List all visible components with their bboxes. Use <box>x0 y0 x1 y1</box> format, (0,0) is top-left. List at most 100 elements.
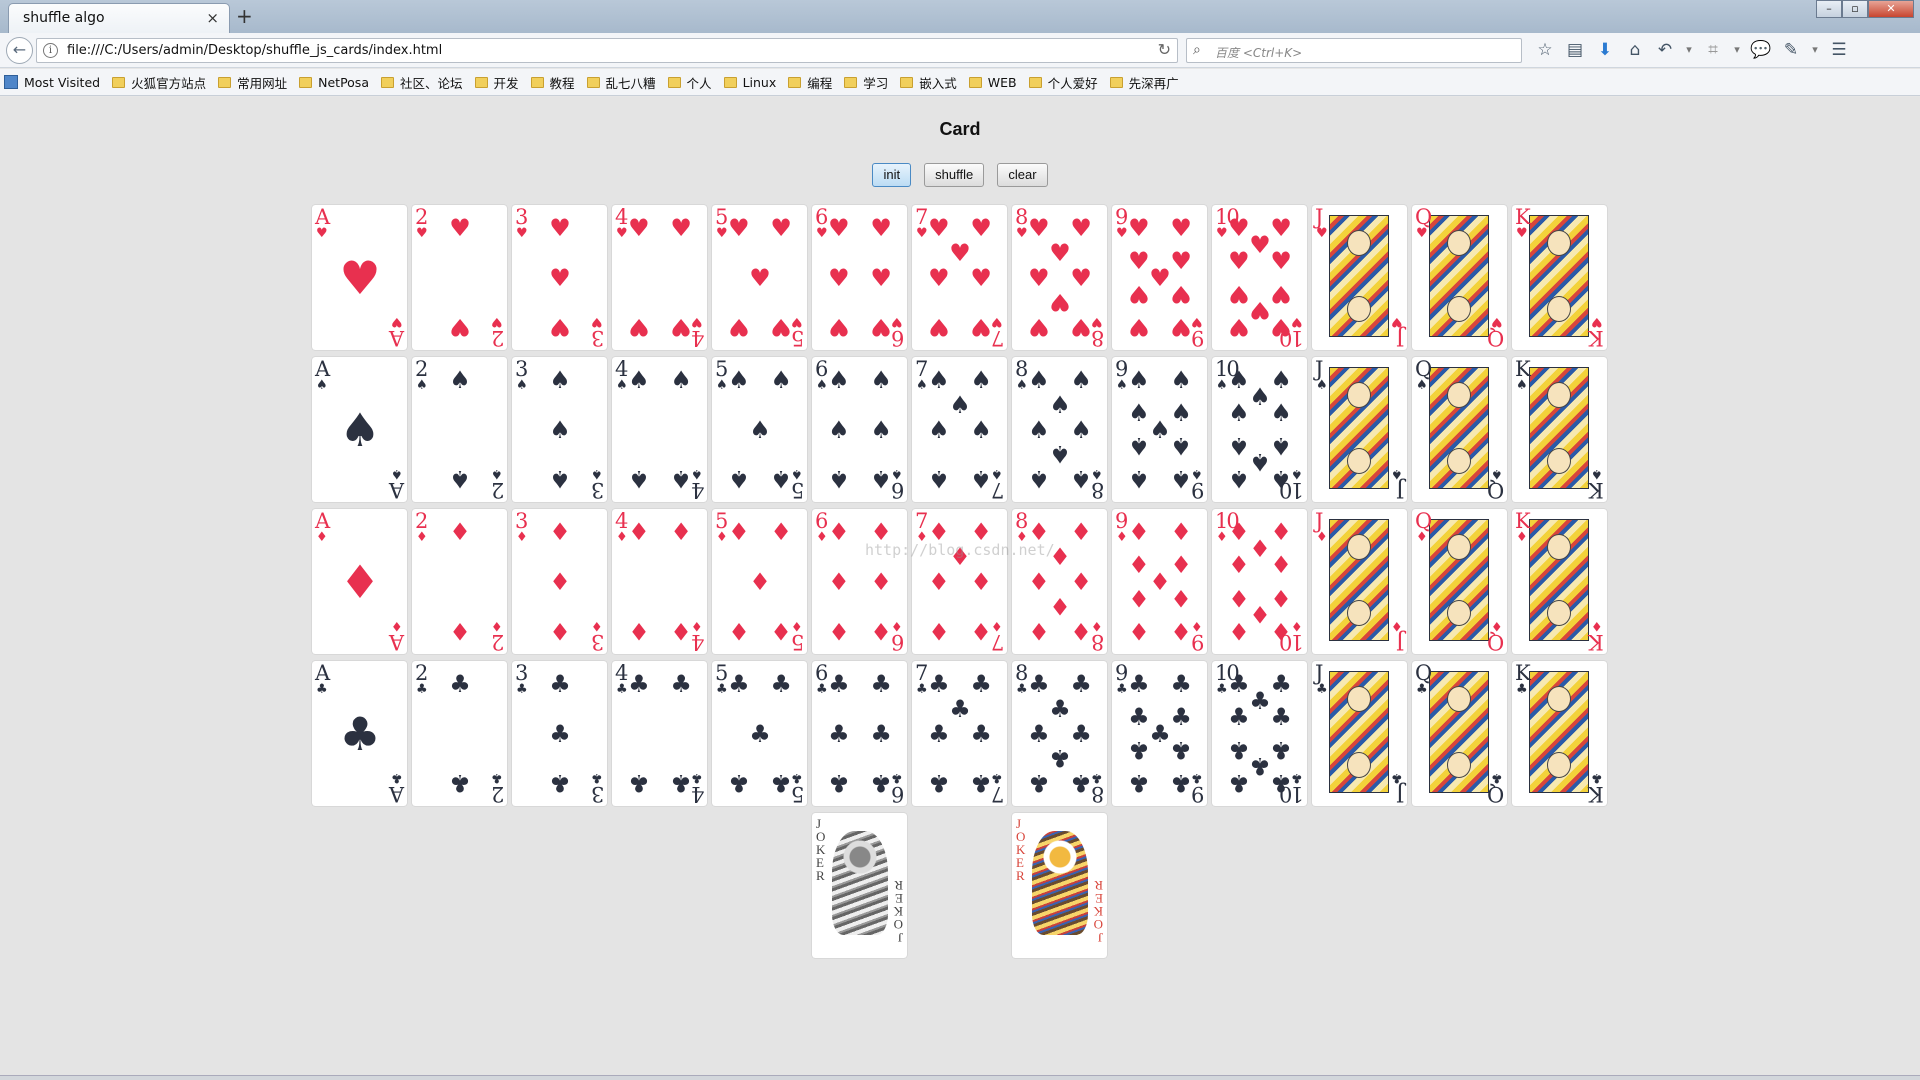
bookmark-item[interactable]: 社区、论坛 <box>380 73 463 92</box>
url-text[interactable]: file:///C:/Users/admin/Desktop/shuffle_j… <box>67 43 442 58</box>
bookmark-item[interactable]: 嵌入式 <box>900 73 957 92</box>
shuffle-button[interactable]: shuffle <box>924 163 985 187</box>
card-2-of-clubs[interactable]: ♣ ♣ 2 ♣ 2 ♣ <box>412 661 507 806</box>
card-9-of-hearts[interactable]: ♥ ♥ ♥ ♥ ♥ ♥ ♥ ♥ ♥ 9 ♥ 9 ♥ <box>1112 205 1207 350</box>
address-bar[interactable]: i file:///C:/Users/admin/Desktop/shuffle… <box>36 38 1178 63</box>
undo-icon[interactable]: ↶ <box>1650 39 1680 63</box>
minimize-button[interactable]: – <box>1816 0 1842 18</box>
card-7-of-diamonds[interactable]: ♦ ♦ ♦ ♦ ♦ ♦ ♦ 7 ♦ 7 ♦ <box>912 509 1007 654</box>
card-k-of-hearts[interactable]: K ♥ K ♥ <box>1512 205 1607 350</box>
card-a-of-hearts[interactable]: ♥ A ♥ A ♥ <box>312 205 407 350</box>
card-5-of-spades[interactable]: ♠ ♠ ♠ ♠ ♠ 5 ♠ 5 ♠ <box>712 357 807 502</box>
card-2-of-hearts[interactable]: ♥ ♥ 2 ♥ 2 ♥ <box>412 205 507 350</box>
maximize-button[interactable]: ▫ <box>1842 0 1868 18</box>
card-3-of-hearts[interactable]: ♥ ♥ ♥ 3 ♥ 3 ♥ <box>512 205 607 350</box>
card-4-of-hearts[interactable]: ♥ ♥ ♥ ♥ 4 ♥ 4 ♥ <box>612 205 707 350</box>
bookmark-item[interactable]: 个人 <box>667 73 712 92</box>
card-a-of-spades[interactable]: ♠ A ♠ A ♠ <box>312 357 407 502</box>
bookmark-item[interactable]: 编程 <box>788 73 832 92</box>
card-8-of-hearts[interactable]: ♥ ♥ ♥ ♥ ♥ ♥ ♥ ♥ 8 ♥ 8 ♥ <box>1012 205 1107 350</box>
card-8-of-spades[interactable]: ♠ ♠ ♠ ♠ ♠ ♠ ♠ ♠ 8 ♠ 8 ♠ <box>1012 357 1107 502</box>
card-2-of-spades[interactable]: ♠ ♠ 2 ♠ 2 ♠ <box>412 357 507 502</box>
card-9-of-diamonds[interactable]: ♦ ♦ ♦ ♦ ♦ ♦ ♦ ♦ ♦ 9 ♦ 9 ♦ <box>1112 509 1207 654</box>
bookmark-item[interactable]: WEB <box>968 75 1017 90</box>
dropdown-icon[interactable]: ▾ <box>1806 39 1824 63</box>
card-10-of-diamonds[interactable]: ♦ ♦ ♦ ♦ ♦ ♦ ♦ ♦ ♦ ♦ 10 ♦ 10 ♦ <box>1212 509 1307 654</box>
home-icon[interactable]: ⌂ <box>1620 39 1650 63</box>
card-3-of-diamonds[interactable]: ♦ ♦ ♦ 3 ♦ 3 ♦ <box>512 509 607 654</box>
info-icon[interactable]: i <box>43 43 58 58</box>
card-7-of-spades[interactable]: ♠ ♠ ♠ ♠ ♠ ♠ ♠ 7 ♠ 7 ♠ <box>912 357 1007 502</box>
bookmark-item[interactable]: 学习 <box>844 73 888 92</box>
card-k-of-clubs[interactable]: K ♣ K ♣ <box>1512 661 1607 806</box>
clubs-pip-icon: ♣ <box>1128 670 1150 699</box>
card-j-of-diamonds[interactable]: J ♦ J ♦ <box>1312 509 1407 654</box>
card-10-of-hearts[interactable]: ♥ ♥ ♥ ♥ ♥ ♥ ♥ ♥ ♥ ♥ 10 ♥ 10 ♥ <box>1212 205 1307 350</box>
reader-icon[interactable]: ▤ <box>1560 39 1590 63</box>
star-icon[interactable]: ☆ <box>1530 39 1560 63</box>
bookmark-item[interactable]: 先深再广 <box>1109 73 1179 92</box>
search-input[interactable]: ⌕ 百度 <Ctrl+K> <box>1186 38 1522 63</box>
bookmark-item[interactable]: Most Visited <box>4 75 100 90</box>
card-a-of-diamonds[interactable]: ♦ A ♦ A ♦ <box>312 509 407 654</box>
browser-tab[interactable]: shuffle algo × <box>8 3 230 33</box>
card-4-of-spades[interactable]: ♠ ♠ ♠ ♠ 4 ♠ 4 ♠ <box>612 357 707 502</box>
card-3-of-clubs[interactable]: ♣ ♣ ♣ 3 ♣ 3 ♣ <box>512 661 607 806</box>
card-4-of-clubs[interactable]: ♣ ♣ ♣ ♣ 4 ♣ 4 ♣ <box>612 661 707 806</box>
bookmark-item[interactable]: 常用网址 <box>218 73 287 92</box>
card-q-of-clubs[interactable]: Q ♣ Q ♣ <box>1412 661 1507 806</box>
card-k-of-spades[interactable]: K ♠ K ♠ <box>1512 357 1607 502</box>
card-2-of-diamonds[interactable]: ♦ ♦ 2 ♦ 2 ♦ <box>412 509 507 654</box>
card-q-of-hearts[interactable]: Q ♥ Q ♥ <box>1412 205 1507 350</box>
clear-button[interactable]: clear <box>997 163 1048 187</box>
card-9-of-clubs[interactable]: ♣ ♣ ♣ ♣ ♣ ♣ ♣ ♣ ♣ 9 ♣ 9 ♣ <box>1112 661 1207 806</box>
card-6-of-hearts[interactable]: ♥ ♥ ♥ ♥ ♥ ♥ 6 ♥ 6 ♥ <box>812 205 907 350</box>
card-a-of-clubs[interactable]: ♣ A ♣ A ♣ <box>312 661 407 806</box>
bookmark-item[interactable]: 乱七八糟 <box>586 73 656 92</box>
card-joker-color[interactable]: JOKER JOKER <box>1012 813 1107 958</box>
card-7-of-hearts[interactable]: ♥ ♥ ♥ ♥ ♥ ♥ ♥ 7 ♥ 7 ♥ <box>912 205 1007 350</box>
card-q-of-diamonds[interactable]: Q ♦ Q ♦ <box>1412 509 1507 654</box>
bookmark-item[interactable]: 开发 <box>474 73 519 92</box>
card-8-of-diamonds[interactable]: ♦ ♦ ♦ ♦ ♦ ♦ ♦ ♦ 8 ♦ 8 ♦ <box>1012 509 1107 654</box>
card-j-of-clubs[interactable]: J ♣ J ♣ <box>1312 661 1407 806</box>
card-5-of-clubs[interactable]: ♣ ♣ ♣ ♣ ♣ 5 ♣ 5 ♣ <box>712 661 807 806</box>
plugin-icon[interactable]: ✎ <box>1776 39 1806 63</box>
dropdown-icon[interactable]: ▾ <box>1680 39 1698 63</box>
card-5-of-diamonds[interactable]: ♦ ♦ ♦ ♦ ♦ 5 ♦ 5 ♦ <box>712 509 807 654</box>
card-6-of-spades[interactable]: ♠ ♠ ♠ ♠ ♠ ♠ 6 ♠ 6 ♠ <box>812 357 907 502</box>
card-j-of-spades[interactable]: J ♠ J ♠ <box>1312 357 1407 502</box>
back-arrow-icon[interactable]: ← <box>6 37 33 64</box>
new-tab-icon[interactable]: + <box>236 4 253 28</box>
card-j-of-hearts[interactable]: J ♥ J ♥ <box>1312 205 1407 350</box>
bookmark-item[interactable]: 个人爱好 <box>1028 73 1098 92</box>
card-10-of-spades[interactable]: ♠ ♠ ♠ ♠ ♠ ♠ ♠ ♠ ♠ ♠ 10 ♠ 10 ♠ <box>1212 357 1307 502</box>
dropdown-icon[interactable]: ▾ <box>1728 39 1746 63</box>
card-joker-black[interactable]: JOKER JOKER <box>812 813 907 958</box>
card-6-of-diamonds[interactable]: ♦ ♦ ♦ ♦ ♦ ♦ 6 ♦ 6 ♦ <box>812 509 907 654</box>
tab-close-icon[interactable]: × <box>206 9 219 27</box>
card-6-of-clubs[interactable]: ♣ ♣ ♣ ♣ ♣ ♣ 6 ♣ 6 ♣ <box>812 661 907 806</box>
card-3-of-spades[interactable]: ♠ ♠ ♠ 3 ♠ 3 ♠ <box>512 357 607 502</box>
menu-icon[interactable]: ☰ <box>1824 39 1854 63</box>
bookmark-item[interactable]: 火狐官方站点 <box>112 73 206 92</box>
chat-icon[interactable]: 💬 <box>1746 39 1776 63</box>
card-9-of-spades[interactable]: ♠ ♠ ♠ ♠ ♠ ♠ ♠ ♠ ♠ 9 ♠ 9 ♠ <box>1112 357 1207 502</box>
card-k-of-diamonds[interactable]: K ♦ K ♦ <box>1512 509 1607 654</box>
bookmark-item[interactable]: NetPosa <box>299 75 369 90</box>
card-7-of-clubs[interactable]: ♣ ♣ ♣ ♣ ♣ ♣ ♣ 7 ♣ 7 ♣ <box>912 661 1007 806</box>
card-4-of-diamonds[interactable]: ♦ ♦ ♦ ♦ 4 ♦ 4 ♦ <box>612 509 707 654</box>
init-button[interactable]: init <box>872 163 912 187</box>
download-icon[interactable]: ⬇ <box>1590 39 1620 63</box>
reload-icon[interactable]: ↻ <box>1158 40 1171 59</box>
bookmark-item[interactable]: 教程 <box>530 73 575 92</box>
card-5-of-hearts[interactable]: ♥ ♥ ♥ ♥ ♥ 5 ♥ 5 ♥ <box>712 205 807 350</box>
card-rank-bottom: J <box>1397 782 1404 806</box>
close-window-button[interactable]: ✕ <box>1868 0 1914 18</box>
crop-icon[interactable]: ⌗ <box>1698 39 1728 63</box>
card-8-of-clubs[interactable]: ♣ ♣ ♣ ♣ ♣ ♣ ♣ ♣ 8 ♣ 8 ♣ <box>1012 661 1107 806</box>
card-q-of-spades[interactable]: Q ♠ Q ♠ <box>1412 357 1507 502</box>
clubs-pip-icon: ♣ <box>549 670 571 699</box>
card-10-of-clubs[interactable]: ♣ ♣ ♣ ♣ ♣ ♣ ♣ ♣ ♣ ♣ 10 ♣ 10 ♣ <box>1212 661 1307 806</box>
bookmark-item[interactable]: Linux <box>723 75 776 90</box>
